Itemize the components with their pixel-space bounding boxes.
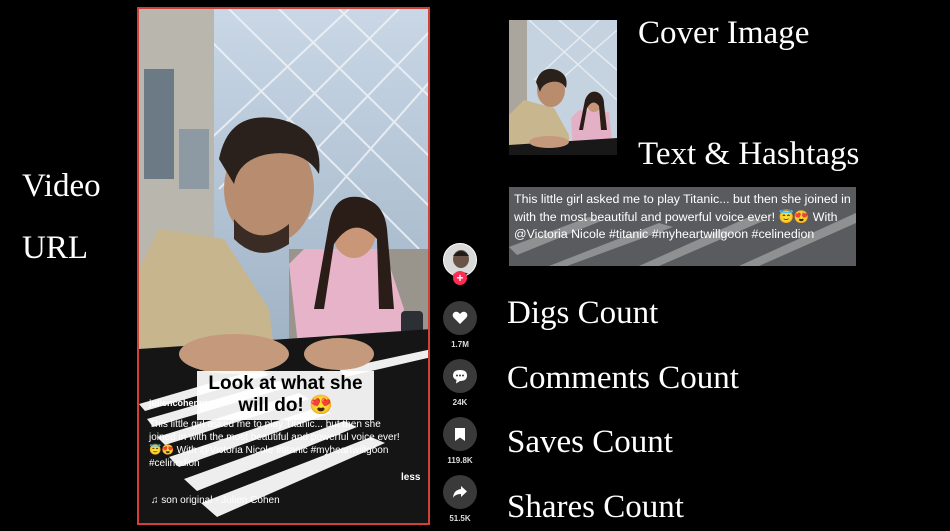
creator-avatar-button[interactable]: + <box>443 243 477 289</box>
text-hashtags-crop-text: This little girl asked me to play Titani… <box>514 192 851 241</box>
comment-button[interactable] <box>443 359 477 393</box>
sound-credit[interactable]: ♫ son original - Julien Cohen <box>151 495 280 506</box>
saves-count: 119.8K <box>447 456 473 465</box>
text-hashtags-label: Text & Hashtags <box>638 136 860 172</box>
share-action[interactable]: 51.5K <box>441 475 479 523</box>
cover-image-label: Cover Image <box>638 15 810 51</box>
comment-action[interactable]: 24K <box>441 359 479 407</box>
shares-count: 51.5K <box>449 514 471 523</box>
shares-count-label: Shares Count <box>507 489 684 525</box>
video-username[interactable]: juliencohenpiano <box>149 398 223 408</box>
share-button[interactable] <box>443 475 477 509</box>
video-player[interactable]: Look at what she will do! 😍 juliencohenp… <box>137 7 430 525</box>
comments-count-label: Comments Count <box>507 360 739 396</box>
like-action[interactable]: 1.7M <box>441 301 479 349</box>
video-url-label-line2: URL <box>22 230 88 266</box>
heart-icon <box>452 311 468 324</box>
video-url-label-line1: Video <box>22 168 101 204</box>
save-action[interactable]: 119.8K <box>441 417 479 465</box>
digs-count-label: Digs Count <box>507 295 659 331</box>
less-toggle[interactable]: less <box>401 472 420 483</box>
saves-count-label: Saves Count <box>507 424 673 460</box>
text-hashtags-crop: This little girl asked me to play Titani… <box>509 187 856 266</box>
cover-image <box>509 20 617 155</box>
like-button[interactable] <box>443 301 477 335</box>
follow-plus-icon[interactable]: + <box>453 271 467 285</box>
save-button[interactable] <box>443 417 477 451</box>
share-arrow-icon <box>453 486 467 498</box>
likes-count: 1.7M <box>451 340 469 349</box>
comment-bubble-icon <box>453 369 467 383</box>
bookmark-icon <box>455 427 465 441</box>
comments-count: 24K <box>452 398 468 407</box>
video-caption-overlay: Look at what she will do! 😍 <box>197 371 374 420</box>
video-description: This little girl asked me to play Titani… <box>149 419 400 469</box>
cover-image-thumbnail <box>509 20 617 155</box>
